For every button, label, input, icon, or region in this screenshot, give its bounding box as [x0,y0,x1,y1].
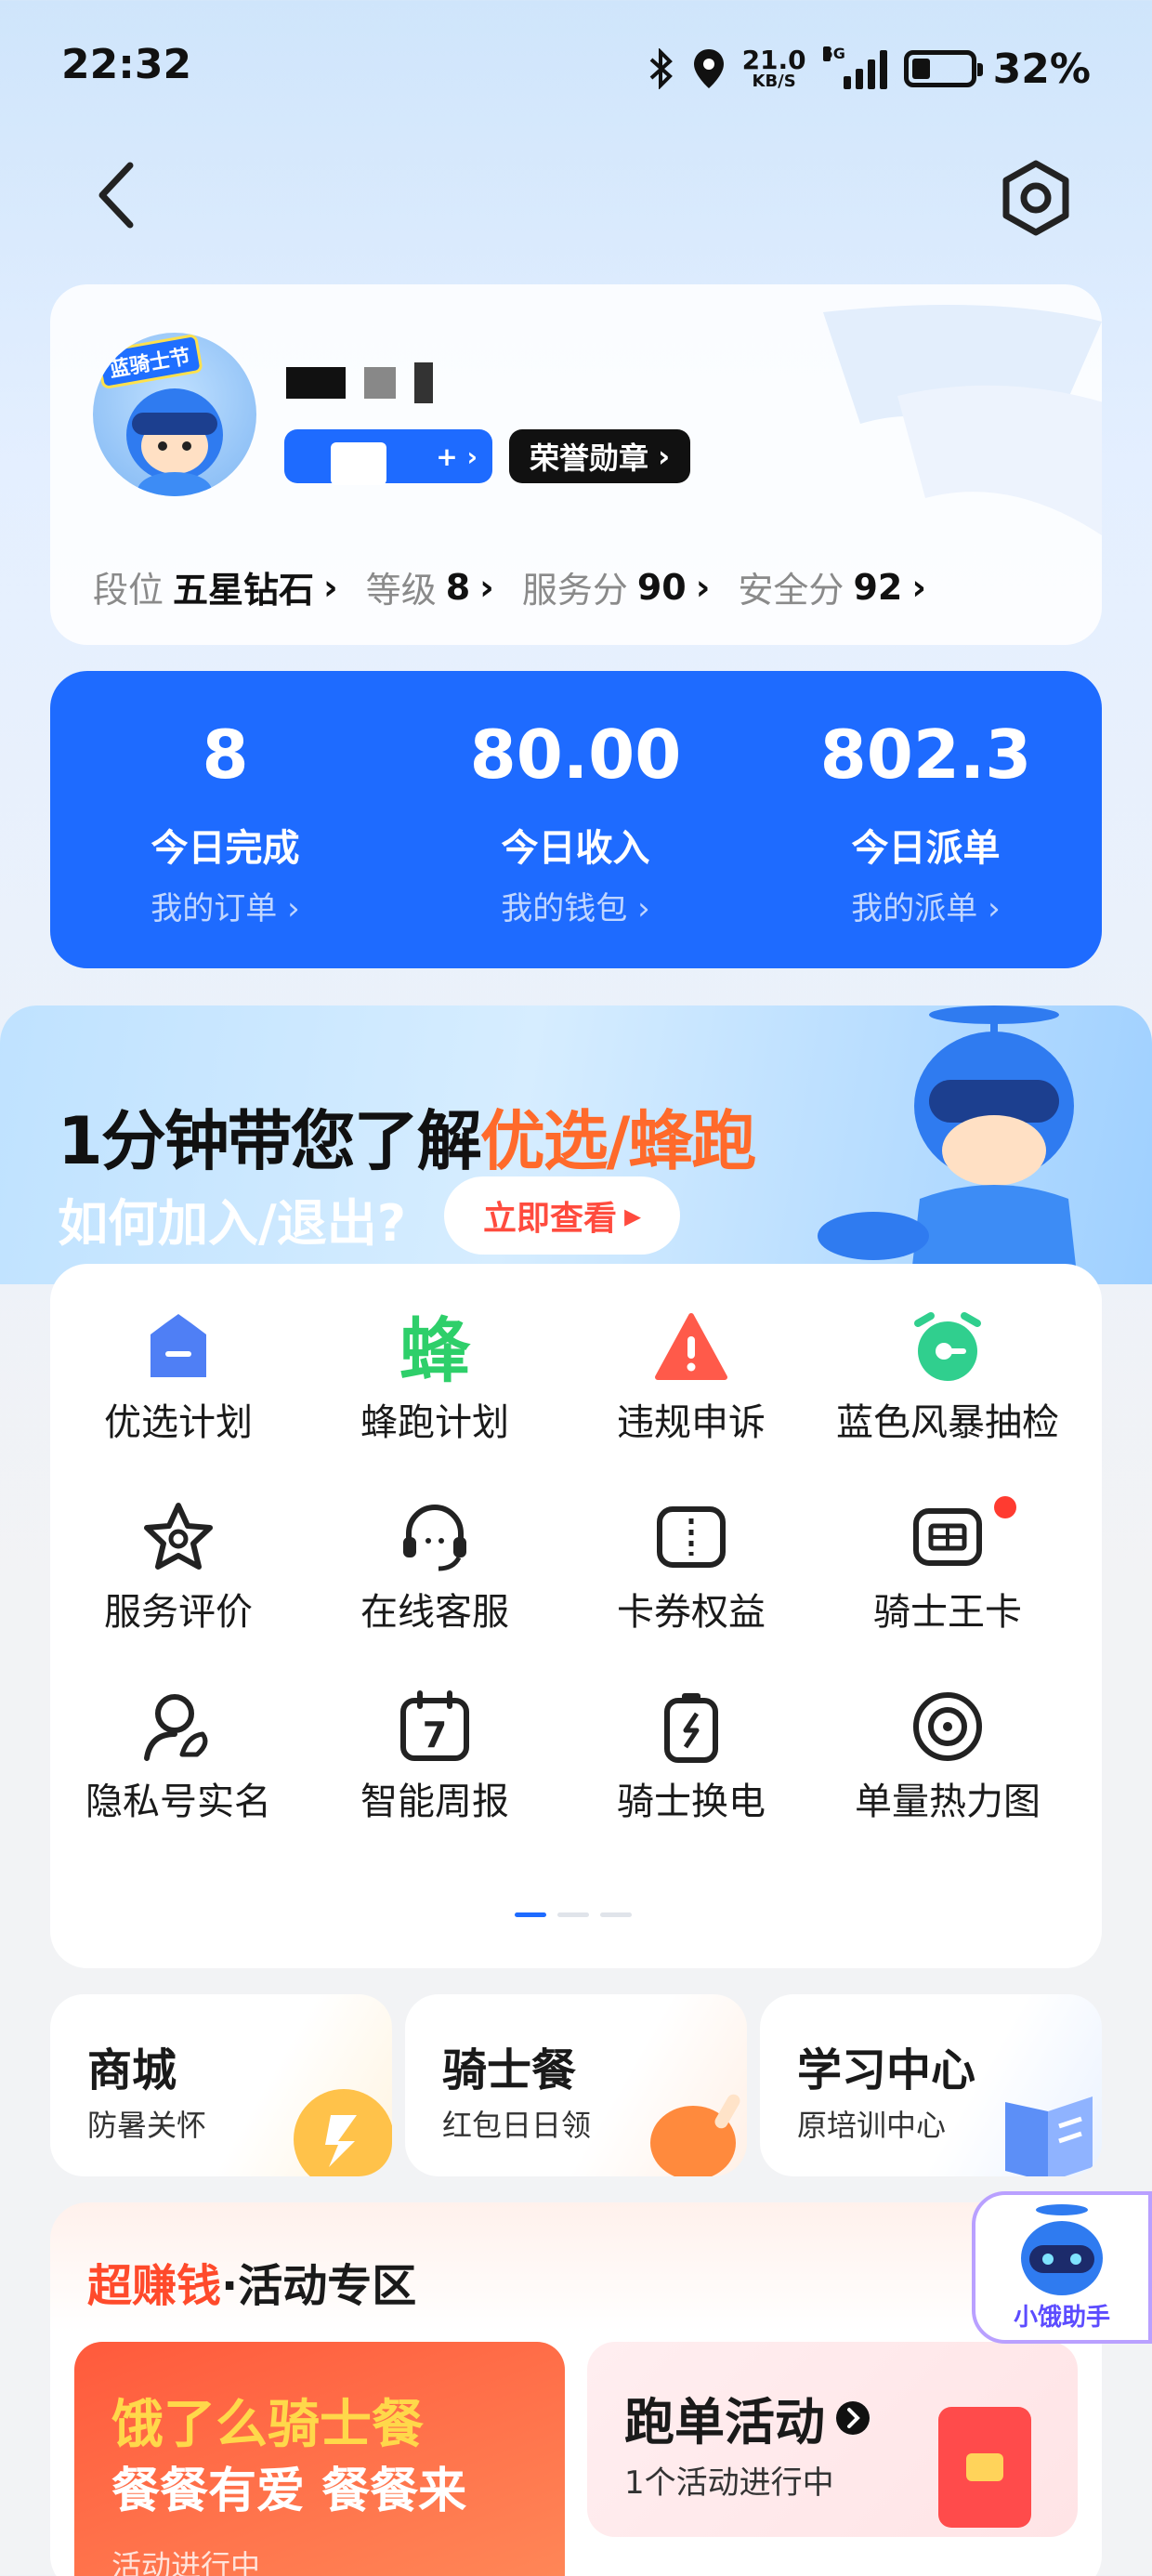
stat-safety-score[interactable]: 安全分 92 › [738,561,926,612]
grid-item-knight-card[interactable]: 骑士王卡 [819,1453,1076,1639]
calendar-icon: 7 [400,1690,469,1761]
run-activity-card[interactable]: 跑单活动 1个活动进行中 [587,2342,1078,2537]
kpi-value: 802.3 [819,716,1032,794]
page-indicator [515,1912,632,1917]
battery-icon [903,50,983,87]
learning-center-card[interactable]: 学习中心 原培训中心 [760,1994,1102,2176]
kpi-completed[interactable]: 8 今日完成 我的订单 › [50,671,400,968]
star-badge-icon [144,1503,213,1570]
network-type: 5G [822,45,845,62]
kpi-dispatch[interactable]: 802.3 今日派单 我的派单 › [751,671,1101,968]
drumstick-icon [650,2094,740,2176]
activity-zone: 超赚钱·活动专区 饿了么骑士餐 餐餐有爱 餐餐来 活动进行中 跑单活动 1个活动… [50,2202,1102,2576]
battery-percent: 32% [992,45,1091,93]
chevron-circle-icon [836,2400,870,2435]
grid-item-service-rating[interactable]: 服务评价 [50,1453,307,1639]
mall-coin-icon [294,2089,392,2176]
card-subtitle: 原培训中心 [797,2108,947,2143]
kpi-link: 我的钱包 › [501,890,650,927]
card-title: 商城 [87,2044,177,2096]
knight-meal-promo[interactable]: 饿了么骑士餐 餐餐有爱 餐餐来 活动进行中 [74,2342,565,2576]
signal-icon: 5G [822,45,887,89]
bluetooth-icon [649,48,673,89]
kpi-value: 80.00 [469,716,682,794]
kpi-label: 今日完成 [151,827,300,870]
kpi-label: 今日派单 [851,827,1001,870]
card-subtitle: 防暑关怀 [87,2108,207,2143]
kpi-income[interactable]: 80.00 今日收入 我的钱包 › [400,671,751,968]
alarm-clock-icon [914,1312,981,1381]
status-bar: 22:32 21.0 KB/S 5G 32% [0,0,1152,139]
feature-grid: 优选计划 蜂 蜂跑计划 违规申诉 蓝色风暴抽检 服务评价 在线客服 卡券权益 骑… [50,1264,1102,1968]
grid-item-battery-swap[interactable]: 骑士换电 [563,1643,819,1829]
red-envelope-icon [938,2407,1031,2528]
kpi-link: 我的订单 › [151,890,300,927]
warning-icon [655,1313,727,1380]
stat-rank[interactable]: 段位 五星钻石 › [93,561,338,612]
honor-badge-button[interactable]: 荣誉勋章 › [509,429,691,483]
card-subtitle: 红包日日领 [442,2108,592,2143]
honor-label: 荣誉勋章 [530,440,649,476]
back-icon[interactable] [93,160,139,230]
location-icon [693,49,724,88]
username-redacted [286,362,433,403]
chevron-right-icon: › [658,439,671,474]
settings-icon[interactable] [994,156,1078,240]
assistant-robot-icon [1021,2204,1103,2295]
avatar[interactable]: 蓝骑士节 [93,333,256,496]
activity-header: 超赚钱·活动专区 [87,2260,417,2312]
card-title: 骑士餐 [442,2044,577,2096]
chevron-right-icon: › [911,566,926,608]
grid-item-online-support[interactable]: 在线客服 [307,1453,563,1639]
grid-item-weekly-report[interactable]: 7 智能周报 [307,1643,563,1829]
svg-text:7: 7 [423,1715,447,1755]
notification-dot [994,1496,1016,1518]
banner-title: 1分钟带您了解优选/蜂跑 [58,1103,756,1179]
mall-card[interactable]: 商城 防暑关怀 [50,1994,392,2176]
grid-item-violation-appeal[interactable]: 违规申诉 [563,1264,819,1450]
banner-subtitle: 如何加入/退出? [58,1194,407,1253]
kpi-label: 今日收入 [501,827,650,870]
today-summary-card: 8 今日完成 我的订单 › 80.00 今日收入 我的钱包 › 802.3 今日… [50,671,1102,968]
knight-meal-card[interactable]: 骑士餐 红包日日领 [405,1994,747,2176]
chevron-right-icon: › [695,566,711,608]
level-tag[interactable]: + › [284,429,492,485]
stat-service-score[interactable]: 服务分 90 › [522,561,711,612]
mascot-illustration [818,1005,1078,1282]
chevron-right-icon: › [323,566,338,608]
book-icon [1005,2096,1093,2176]
user-verify-icon [144,1694,208,1761]
status-time: 22:32 [61,41,192,88]
crown-icon [151,1314,206,1377]
battery-swap-icon [664,1693,718,1763]
card-icon [913,1508,982,1566]
stat-level[interactable]: 等级 8 › [366,561,494,612]
grid-item-coupons[interactable]: 卡券权益 [563,1453,819,1639]
grid-item-blue-storm-check[interactable]: 蓝色风暴抽检 [819,1264,1076,1450]
net-speed: 21.0 KB/S [741,45,806,91]
svg-text:蜂: 蜂 [399,1310,471,1385]
play-icon: ▸ [623,1196,642,1235]
grid-item-heatmap[interactable]: 单量热力图 [819,1643,1076,1829]
card-title: 学习中心 [797,2044,976,2096]
headset-icon [403,1505,466,1571]
grid-item-premium-plan[interactable]: 优选计划 [50,1264,307,1450]
assistant-label: 小饿助手 [1013,2304,1110,2332]
profile-stats: 段位 五星钻石 › 等级 8 › 服务分 90 › 安全分 92 › [93,561,926,612]
bee-char-icon: 蜂 [399,1310,471,1385]
grid-item-privacy-verify[interactable]: 隐私号实名 [50,1643,307,1829]
chevron-right-icon: › [479,566,494,608]
view-now-button[interactable]: 立即查看 ▸ [444,1176,680,1255]
profile-card: 蓝骑士节 + › 荣誉勋章 › 段位 五星钻石 › 等级 8 › 服务分 90 › 安全分 92… [50,284,1102,645]
kpi-value: 8 [202,716,249,794]
assistant-button[interactable]: 小饿助手 [972,2191,1152,2344]
grid-item-bee-run-plan[interactable]: 蜂 蜂跑计划 [307,1264,563,1450]
status-icons: 21.0 KB/S 5G 32% [648,41,1091,97]
kpi-link: 我的派单 › [851,890,1001,927]
coupon-icon [657,1506,726,1568]
heatmap-icon [913,1692,982,1761]
